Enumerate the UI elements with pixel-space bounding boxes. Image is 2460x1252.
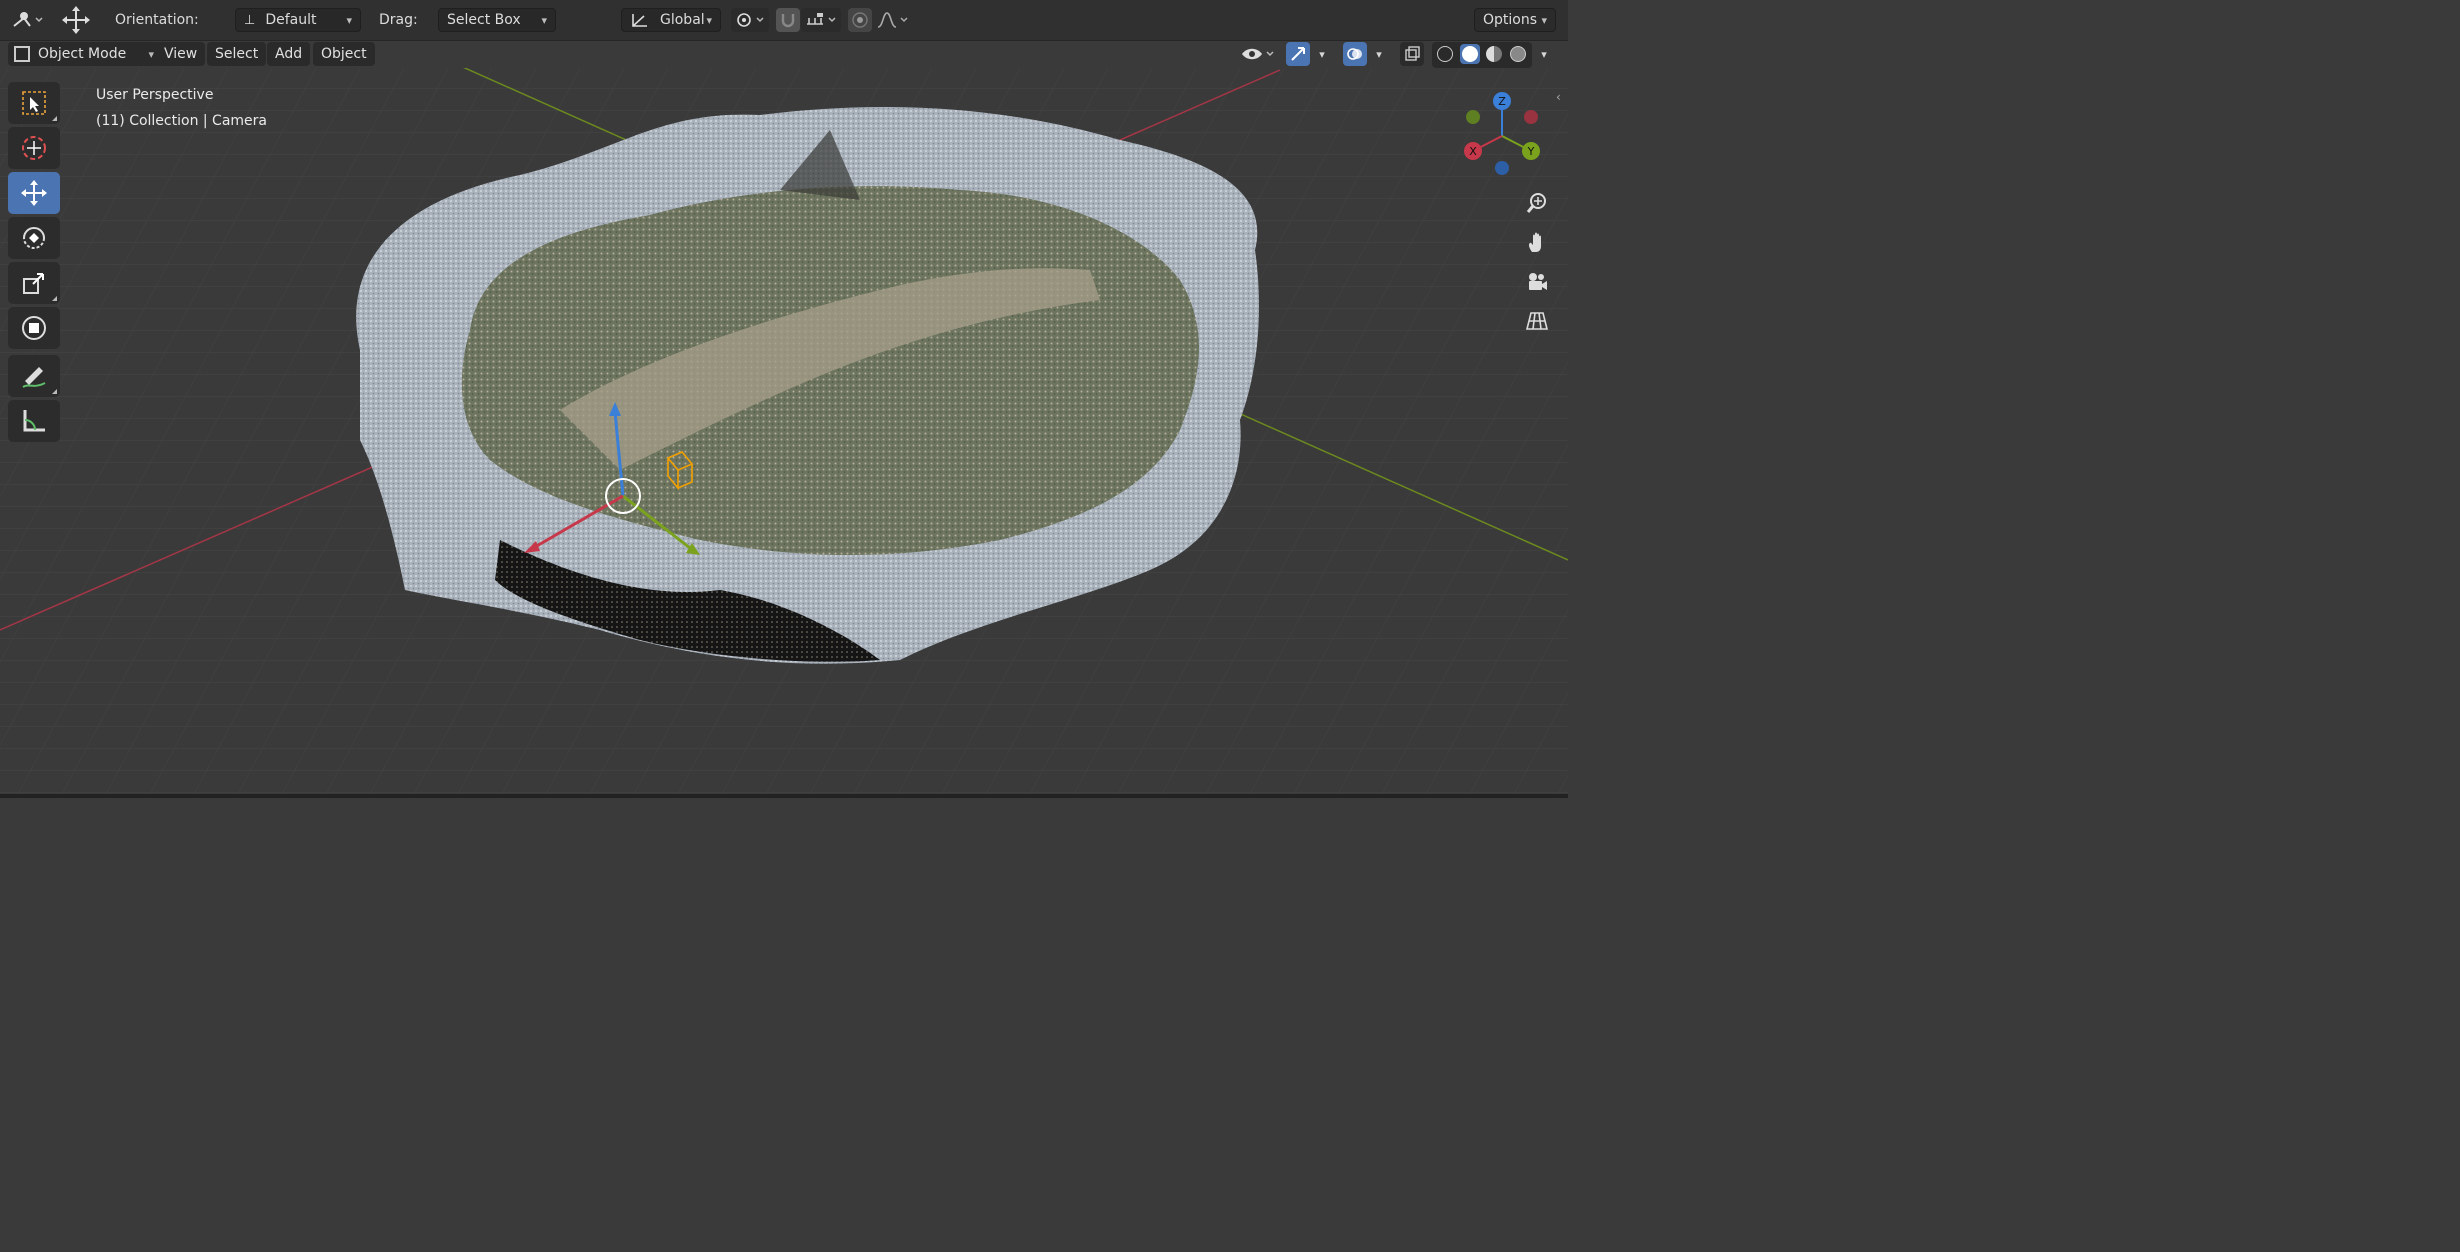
- falloff-dropdown[interactable]: [873, 8, 913, 32]
- menu-add[interactable]: Add: [267, 42, 311, 66]
- chevron-down-icon: ▾: [148, 47, 154, 61]
- snap-toggle[interactable]: [776, 8, 800, 32]
- global-axes-icon: [632, 14, 647, 27]
- orientation-axis-icon: ⊥: [244, 12, 256, 28]
- orientation-value: Default: [265, 12, 317, 28]
- pivot-icon: [737, 13, 764, 27]
- tool-measure[interactable]: [8, 400, 60, 442]
- snap-increment-icon: [807, 13, 836, 25]
- hand-icon: [1528, 232, 1541, 252]
- scale-icon: [23, 273, 44, 294]
- gizmo-icon: [1291, 47, 1305, 61]
- ortho-toggle-button[interactable]: [1519, 303, 1555, 339]
- drag-dropdown[interactable]: Select Box ▾: [438, 8, 556, 32]
- menu-select[interactable]: Select: [207, 42, 267, 66]
- perspective-label: User Perspective: [96, 87, 214, 103]
- grid-icon: [1525, 312, 1549, 330]
- gizmo-neg-x-ball[interactable]: [1524, 110, 1538, 124]
- transform-space-value: Global: [660, 12, 705, 28]
- object-mode-icon: [14, 46, 30, 62]
- camera-icon: [1529, 273, 1547, 290]
- tool-annotate[interactable]: [8, 355, 60, 397]
- overlays-icon: [1347, 48, 1362, 60]
- object-mode-label: Object Mode: [38, 46, 127, 62]
- drag-label: Drag:: [379, 12, 418, 28]
- navigation-gizmo[interactable]: Z Y X: [1456, 90, 1548, 182]
- object-mode-dropdown[interactable]: Object Mode ▾: [8, 42, 160, 66]
- visibility-dropdown[interactable]: [1238, 42, 1278, 66]
- viewport-scene: [0, 68, 1568, 794]
- zoom-button[interactable]: [1519, 185, 1555, 221]
- orientation-label: Orientation:: [115, 12, 199, 28]
- options-dropdown[interactable]: Options ▾: [1474, 8, 1556, 32]
- gizmo-neg-z-ball[interactable]: [1495, 161, 1509, 175]
- tool-settings-bar: Orientation: ⊥ Default ▾ Drag: Select Bo…: [0, 0, 1568, 41]
- overlays-dropdown[interactable]: ▾: [1368, 42, 1390, 66]
- xray-toggle[interactable]: [1400, 42, 1424, 66]
- wireframe-shading-icon[interactable]: [1437, 46, 1453, 62]
- chevron-down-icon: ▾: [1319, 47, 1325, 61]
- 3d-viewport[interactable]: User Perspective (11) Collection | Camer…: [0, 68, 1568, 794]
- transform-space-dropdown[interactable]: Global ▾: [621, 8, 721, 32]
- zoom-icon: [1526, 193, 1546, 213]
- chevron-down-icon: ▾: [1541, 13, 1547, 27]
- snap-target-dropdown[interactable]: [801, 8, 841, 32]
- sidebar-toggle-icon[interactable]: ‹: [1556, 90, 1561, 104]
- select-box-icon: [22, 91, 46, 115]
- viewport-info: User Perspective (11) Collection | Camer…: [96, 82, 267, 134]
- shading-mode-group: [1432, 42, 1532, 68]
- tool-cursor[interactable]: [8, 127, 60, 169]
- chevron-down-icon: ▾: [541, 13, 547, 27]
- rotate-icon: [23, 227, 45, 249]
- overlays-toggle[interactable]: [1343, 42, 1367, 66]
- orientation-dropdown[interactable]: ⊥ Default ▾: [235, 8, 361, 32]
- tool-select-box[interactable]: [8, 82, 60, 124]
- bottom-edge: [0, 794, 1568, 798]
- magnet-icon: [781, 14, 795, 28]
- options-label: Options: [1483, 12, 1538, 28]
- drag-value: Select Box: [447, 12, 521, 28]
- rendered-shading-icon[interactable]: [1510, 46, 1526, 62]
- tool-icon-dropdown[interactable]: [8, 8, 46, 32]
- xray-icon: [1405, 46, 1420, 61]
- transform-icon: [22, 316, 46, 340]
- chevron-down-icon: ▾: [706, 13, 712, 27]
- move-gizmo-icon[interactable]: [60, 5, 92, 35]
- falloff-curve-icon: [877, 12, 908, 28]
- gizmo-y-label: Y: [1527, 145, 1535, 158]
- eye-icon: [1242, 48, 1274, 60]
- tool-rotate[interactable]: [8, 217, 60, 259]
- cursor-icon: [22, 136, 46, 160]
- measure-icon: [23, 410, 45, 432]
- chevron-down-icon: ▾: [346, 13, 352, 27]
- active-collection-label: (11) Collection | Camera: [96, 113, 267, 129]
- tool-transform[interactable]: [8, 307, 60, 349]
- move-icon: [21, 180, 47, 206]
- pivot-point-dropdown[interactable]: [731, 8, 769, 32]
- proportional-edit-icon: [852, 12, 868, 28]
- menu-view[interactable]: View: [156, 42, 206, 66]
- gizmo-z-label: Z: [1498, 95, 1506, 108]
- annotate-icon: [22, 367, 46, 388]
- gizmo-x-label: X: [1469, 145, 1477, 158]
- menu-object[interactable]: Object: [313, 42, 375, 66]
- tool-move[interactable]: [8, 172, 60, 214]
- gizmo-neg-y-ball[interactable]: [1466, 110, 1480, 124]
- shading-dropdown[interactable]: ▾: [1534, 42, 1554, 66]
- transform-tool-icon: [13, 12, 43, 27]
- tool-variants-indicator: [52, 296, 57, 301]
- gizmo-dropdown[interactable]: ▾: [1311, 42, 1333, 66]
- chevron-down-icon: ▾: [1541, 47, 1547, 61]
- chevron-down-icon: ▾: [1376, 47, 1382, 61]
- tool-variants-indicator: [52, 389, 57, 394]
- tool-scale[interactable]: [8, 262, 60, 304]
- camera-view-button[interactable]: [1519, 264, 1555, 300]
- tool-shelf: [8, 82, 60, 445]
- solid-shading-icon[interactable]: [1460, 44, 1480, 64]
- material-shading-icon[interactable]: [1486, 46, 1502, 62]
- gizmo-toggle[interactable]: [1286, 42, 1310, 66]
- tool-variants-indicator: [52, 116, 57, 121]
- proportional-edit-toggle[interactable]: [848, 8, 872, 32]
- pan-button[interactable]: [1519, 225, 1555, 261]
